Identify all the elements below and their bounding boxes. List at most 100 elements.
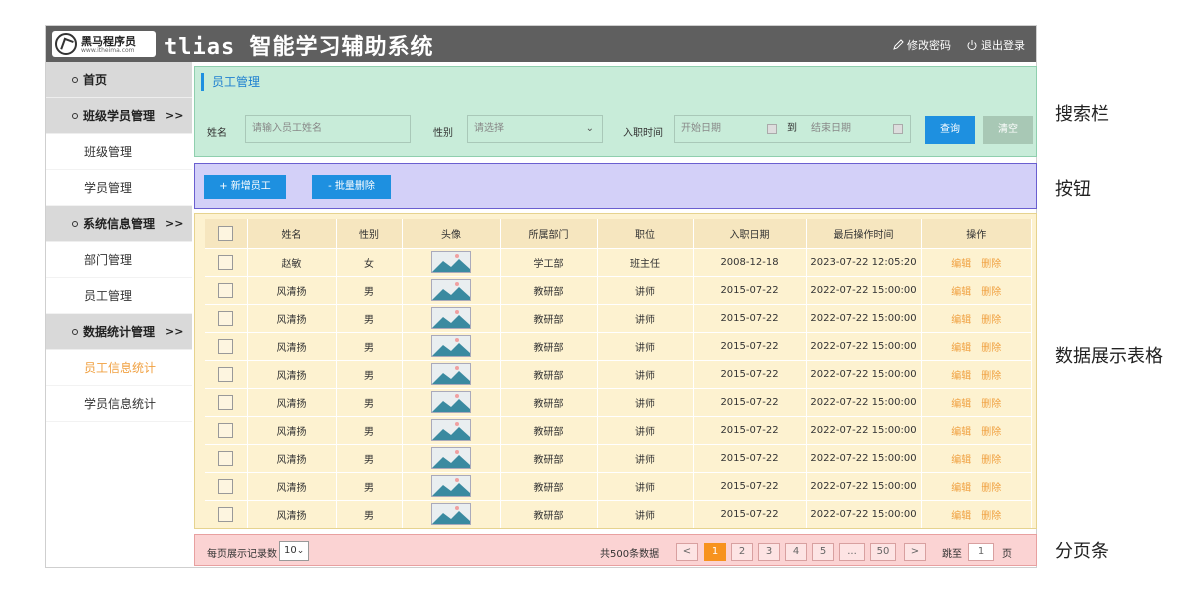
position-cell: 讲师 (597, 359, 694, 388)
gender-cell: 女 (336, 247, 403, 276)
clear-button[interactable]: 清空 (983, 116, 1033, 144)
jump-page-input[interactable]: 1 (968, 543, 994, 561)
column-header: 所属部门 (500, 219, 598, 248)
row-checkbox[interactable] (218, 282, 234, 298)
sidebar-item[interactable]: 学员管理 (46, 170, 192, 206)
start-date-input[interactable]: 开始日期 (681, 123, 721, 134)
edit-link[interactable]: 编辑 (951, 483, 971, 494)
sidebar-item-label: 数据统计管理 (83, 325, 156, 339)
name-cell: 风清扬 (247, 359, 337, 388)
delete-link[interactable]: 删除 (981, 511, 1001, 522)
name-cell: 风清扬 (247, 499, 337, 528)
delete-link[interactable]: 删除 (981, 427, 1001, 438)
end-date-input[interactable]: 结束日期 (811, 116, 851, 142)
page-button[interactable]: 4 (785, 543, 807, 561)
prev-page-button[interactable]: < (676, 543, 698, 561)
next-page-button[interactable]: > (904, 543, 926, 561)
last-modified-cell: 2022-07-22 15:00:00 (806, 471, 922, 500)
avatar-cell (402, 247, 501, 276)
sidebar-item[interactable]: 学员信息统计 (46, 386, 192, 422)
hire-date-cell: 2015-07-22 (693, 275, 807, 304)
row-select-cell (205, 443, 248, 472)
gender-select[interactable]: 请选择 ⌄ (467, 115, 603, 143)
hire-date-cell: 2015-07-22 (693, 415, 807, 444)
sidebar-item[interactable]: 系统信息管理 >> (46, 206, 192, 242)
delete-link[interactable]: 删除 (981, 315, 1001, 326)
department-cell: 教研部 (500, 471, 598, 500)
employee-table: 姓名 性别 头像 所属部门 职位 入职日期 最后操作时间 操作 赵敏女 学工部 班主… (205, 219, 1032, 528)
sidebar-item[interactable]: 员工信息统计 (46, 350, 192, 386)
edit-link[interactable]: 编辑 (951, 287, 971, 298)
edit-link[interactable]: 编辑 (951, 259, 971, 270)
sidebar-item[interactable]: 班级学员管理 >> (46, 98, 192, 134)
change-password-link[interactable]: 修改密码 (892, 37, 951, 53)
avatar-cell (402, 303, 501, 332)
row-checkbox[interactable] (218, 422, 234, 438)
edit-link[interactable]: 编辑 (951, 455, 971, 466)
avatar-cell (402, 471, 501, 500)
per-page-select[interactable]: 10⌄ (279, 541, 309, 561)
hire-date-cell: 2015-07-22 (693, 443, 807, 472)
actions-cell: 编辑 删除 (921, 247, 1032, 276)
select-all-checkbox[interactable] (218, 225, 234, 241)
position-cell: 讲师 (597, 331, 694, 360)
edit-link[interactable]: 编辑 (951, 427, 971, 438)
position-cell: 讲师 (597, 275, 694, 304)
avatar-image-icon (431, 279, 471, 301)
sidebar-item-label: 系统信息管理 (83, 217, 156, 231)
date-range-picker[interactable]: 开始日期 到 结束日期 (674, 115, 911, 143)
batch-delete-button[interactable]: - 批量删除 (312, 175, 391, 199)
row-checkbox[interactable] (218, 338, 234, 354)
select-all-cell (205, 219, 248, 248)
delete-link[interactable]: 删除 (981, 343, 1001, 354)
column-header: 入职日期 (693, 219, 807, 248)
logout-link[interactable]: 退出登录 (966, 37, 1025, 53)
page-button[interactable]: 1 (704, 543, 726, 561)
actions-cell: 编辑 删除 (921, 331, 1032, 360)
page-button[interactable]: 3 (758, 543, 780, 561)
page-button[interactable]: ... (839, 543, 865, 561)
delete-link[interactable]: 删除 (981, 455, 1001, 466)
actions-cell: 编辑 删除 (921, 387, 1032, 416)
department-cell: 教研部 (500, 443, 598, 472)
row-checkbox[interactable] (218, 506, 234, 522)
pencil-icon (893, 39, 904, 50)
delete-link[interactable]: 删除 (981, 287, 1001, 298)
query-button[interactable]: 查询 (925, 116, 975, 144)
sidebar-item[interactable]: 部门管理 (46, 242, 192, 278)
delete-link[interactable]: 删除 (981, 399, 1001, 410)
sidebar-item-label: 班级学员管理 (83, 109, 156, 123)
table-row: 赵敏女学工部 班主任 2008-12-18 2023-07-22 12:05:20 编辑… (205, 247, 1032, 276)
sidebar-item[interactable]: 员工管理 (46, 278, 192, 314)
page-button[interactable]: 2 (731, 543, 753, 561)
delete-link[interactable]: 删除 (981, 259, 1001, 270)
page-button[interactable]: 5 (812, 543, 834, 561)
delete-link[interactable]: 删除 (981, 483, 1001, 494)
sidebar-item[interactable]: 班级管理 (46, 134, 192, 170)
table-row: 风清扬男教研部 讲师 2015-07-22 2022-07-22 15:00:00 编辑… (205, 275, 1032, 304)
edit-link[interactable]: 编辑 (951, 511, 971, 522)
delete-link[interactable]: 删除 (981, 371, 1001, 382)
name-input[interactable]: 请输入员工姓名 (245, 115, 411, 143)
row-checkbox[interactable] (218, 310, 234, 326)
sidebar-item[interactable]: 数据统计管理 >> (46, 314, 192, 350)
edit-link[interactable]: 编辑 (951, 343, 971, 354)
data-table-panel: 姓名 性别 头像 所属部门 职位 入职日期 最后操作时间 操作 赵敏女 学工部 班主… (194, 213, 1037, 529)
add-employee-button[interactable]: + 新增员工 (204, 175, 286, 199)
row-checkbox[interactable] (218, 478, 234, 494)
edit-link[interactable]: 编辑 (951, 399, 971, 410)
row-checkbox[interactable] (218, 254, 234, 270)
row-checkbox[interactable] (218, 394, 234, 410)
department-cell: 学工部 (500, 247, 598, 276)
gender-cell: 男 (336, 499, 403, 528)
avatar-cell (402, 387, 501, 416)
date-label: 入职时间 (623, 128, 663, 139)
sidebar-item[interactable]: 首页 (46, 62, 192, 98)
gender-label: 性别 (433, 128, 453, 139)
logo-url: www.itheima.com (81, 47, 135, 54)
edit-link[interactable]: 编辑 (951, 371, 971, 382)
edit-link[interactable]: 编辑 (951, 315, 971, 326)
row-checkbox[interactable] (218, 366, 234, 382)
row-checkbox[interactable] (218, 450, 234, 466)
page-button[interactable]: 50 (870, 543, 896, 561)
